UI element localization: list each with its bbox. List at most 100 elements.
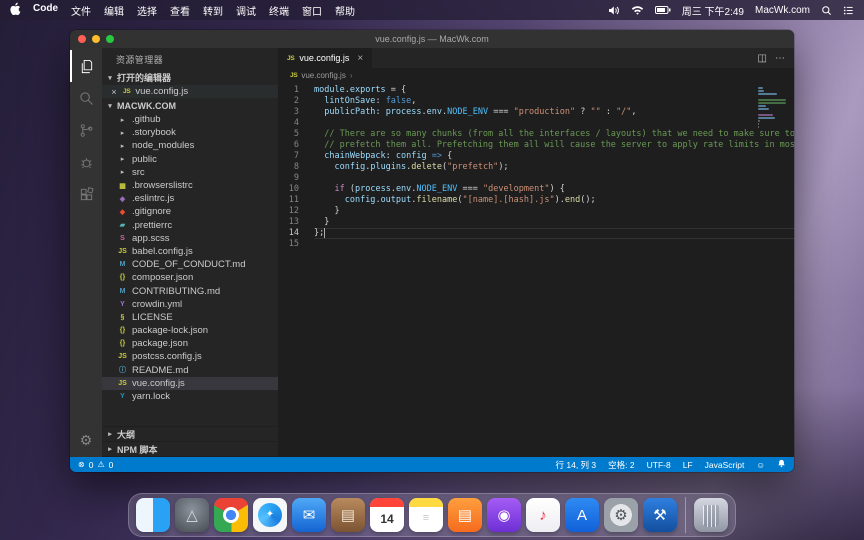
tab-vue-config-js[interactable]: JS vue.config.js × (278, 48, 372, 68)
code-line-12[interactable]: } (314, 206, 794, 217)
close-editor-icon[interactable]: × (110, 87, 118, 97)
search-icon[interactable] (70, 82, 102, 114)
line-number-5[interactable]: 5 (278, 129, 308, 140)
close-tab-icon[interactable]: × (357, 53, 363, 64)
menu-item-文件[interactable]: 文件 (71, 3, 91, 18)
code-line-6[interactable]: // prefetch them all. Prefetching them a… (314, 140, 794, 151)
file-app.scss[interactable]: Sapp.scss (102, 232, 278, 245)
file-package-lock.json[interactable]: {}package-lock.json (102, 324, 278, 337)
line-number-11[interactable]: 11 (278, 195, 308, 206)
breadcrumb[interactable]: JS vue.config.js › (278, 68, 794, 82)
gutter[interactable]: 123456789101112131415 (278, 85, 308, 250)
file-crowdin.yml[interactable]: Ycrowdin.yml (102, 298, 278, 311)
debug-icon[interactable] (70, 146, 102, 178)
safari-icon[interactable]: ✦ (253, 498, 287, 532)
notes-icon[interactable]: ≡ (409, 498, 443, 532)
line-number-3[interactable]: 3 (278, 107, 308, 118)
code-line-14[interactable]: }; (314, 228, 794, 239)
xcode-icon[interactable]: ⚒ (643, 498, 677, 532)
trash-icon[interactable] (694, 498, 728, 532)
minimap[interactable] (758, 87, 788, 132)
line-number-8[interactable]: 8 (278, 162, 308, 173)
line-number-9[interactable]: 9 (278, 173, 308, 184)
podcasts-icon[interactable]: ◉ (487, 498, 521, 532)
file-vue.config.js[interactable]: JSvue.config.js (102, 377, 278, 390)
settings-icon[interactable]: ⚙ (604, 498, 638, 532)
code-line-5[interactable]: // There are so many chunks (from all th… (314, 129, 794, 140)
notification-center-icon[interactable] (843, 5, 854, 16)
folder-.storybook[interactable]: ▸.storybook (102, 126, 278, 139)
volume-icon[interactable] (608, 5, 620, 16)
books-icon[interactable]: ▤ (448, 498, 482, 532)
file-.gitignore[interactable]: ◆.gitignore (102, 205, 278, 218)
file-.prettierrc[interactable]: ▰.prettierrc (102, 219, 278, 232)
cursor-position[interactable]: 行 14, 列 3 (556, 459, 597, 471)
menu-item-调试[interactable]: 调试 (236, 3, 256, 18)
line-number-6[interactable]: 6 (278, 140, 308, 151)
menubar-brand[interactable]: MacWk.com (755, 5, 810, 16)
folder-node_modules[interactable]: ▸node_modules (102, 139, 278, 152)
folder-.github[interactable]: ▸.github (102, 113, 278, 126)
menubar-clock[interactable]: 周三 下午2:49 (682, 3, 744, 18)
file-.browserslistrc[interactable]: ▦.browserslistrc (102, 179, 278, 192)
code-line-15[interactable] (314, 239, 794, 250)
npm-scripts-section-header[interactable]: ▸ NPM 脚本 (102, 442, 278, 457)
open-editors-header[interactable]: ▾ 打开的编辑器 (102, 70, 278, 85)
explorer-icon[interactable] (70, 50, 102, 82)
file-CONTRIBUTING.md[interactable]: MCONTRIBUTING.md (102, 284, 278, 297)
menu-item-终端[interactable]: 终端 (269, 3, 289, 18)
contacts-icon[interactable]: ▤ (331, 498, 365, 532)
menu-item-转到[interactable]: 转到 (203, 3, 223, 18)
mail-icon[interactable]: ✉ (292, 498, 326, 532)
file-yarn.lock[interactable]: Yyarn.lock (102, 390, 278, 403)
code-line-4[interactable] (314, 118, 794, 129)
language-mode[interactable]: JavaScript (705, 460, 745, 470)
line-number-13[interactable]: 13 (278, 217, 308, 228)
file-CODE_OF_CONDUCT.md[interactable]: MCODE_OF_CONDUCT.md (102, 258, 278, 271)
source-control-icon[interactable] (70, 114, 102, 146)
menu-item-帮助[interactable]: 帮助 (335, 3, 355, 18)
music-icon[interactable]: ♪ (526, 498, 560, 532)
extensions-icon[interactable] (70, 178, 102, 210)
encoding[interactable]: UTF-8 (647, 460, 671, 470)
appstore-icon[interactable]: A (565, 498, 599, 532)
line-number-4[interactable]: 4 (278, 118, 308, 129)
launchpad-icon[interactable]: △ (175, 498, 209, 532)
folder-public[interactable]: ▸public (102, 153, 278, 166)
file-package.json[interactable]: {}package.json (102, 337, 278, 350)
spotlight-search-icon[interactable] (821, 5, 832, 16)
code-line-7[interactable]: chainWebpack: config => { (314, 151, 794, 162)
menu-item-Code[interactable]: Code (33, 3, 58, 18)
code-line-11[interactable]: config.output.filename("[name].[hash].js… (314, 195, 794, 206)
file-README.md[interactable]: ⓘREADME.md (102, 364, 278, 377)
file-.eslintrc.js[interactable]: ◈.eslintrc.js (102, 192, 278, 205)
code-line-9[interactable] (314, 173, 794, 184)
code-line-8[interactable]: config.plugins.delete("prefetch"); (314, 162, 794, 173)
code-line-3[interactable]: publicPath: process.env.NODE_ENV === "pr… (314, 107, 794, 118)
code-editor[interactable]: 123456789101112131415 module.exports = {… (278, 82, 794, 457)
line-number-15[interactable]: 15 (278, 239, 308, 250)
calendar-icon[interactable]: 14 (370, 498, 404, 532)
problems-indicator[interactable]: ⊗ 0 ⚠ 0 (78, 460, 113, 470)
menu-item-查看[interactable]: 查看 (170, 3, 190, 18)
file-LICENSE[interactable]: §LICENSE (102, 311, 278, 324)
notifications-bell-icon[interactable] (777, 459, 786, 470)
feedback-smiley-icon[interactable]: ☺ (756, 460, 765, 470)
minimize-window-button[interactable] (92, 35, 100, 43)
menu-item-编辑[interactable]: 编辑 (104, 3, 124, 18)
menu-item-选择[interactable]: 选择 (137, 3, 157, 18)
close-window-button[interactable] (78, 35, 86, 43)
manage-gear-icon[interactable]: ⚙ (70, 432, 102, 449)
code-line-1[interactable]: module.exports = { (314, 85, 794, 96)
chrome-icon[interactable] (214, 498, 248, 532)
folder-src[interactable]: ▸src (102, 166, 278, 179)
line-number-10[interactable]: 10 (278, 184, 308, 195)
more-actions-icon[interactable]: ⋯ (775, 53, 785, 64)
code-line-2[interactable]: lintOnSave: false, (314, 96, 794, 107)
apple-menu-icon[interactable] (10, 2, 21, 18)
battery-icon[interactable] (655, 5, 671, 15)
menu-item-窗口[interactable]: 窗口 (302, 3, 322, 18)
file-postcss.config.js[interactable]: JSpostcss.config.js (102, 350, 278, 363)
zoom-window-button[interactable] (106, 35, 114, 43)
eol-sequence[interactable]: LF (683, 460, 693, 470)
